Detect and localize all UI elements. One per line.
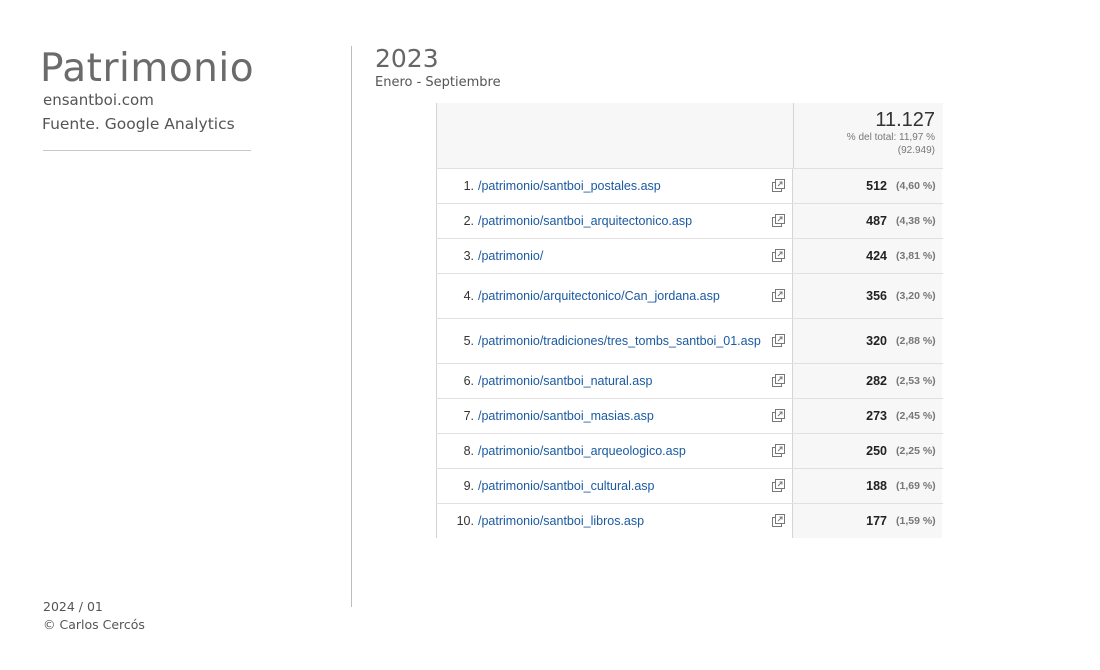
- row-value: 487: [866, 214, 887, 228]
- title-underline: [43, 150, 251, 151]
- row-page-link[interactable]: /patrimonio/: [477, 249, 774, 264]
- row-percentage: (1,69 %): [896, 480, 936, 492]
- site-name: ensantboi.com: [43, 91, 154, 109]
- row-metric-cell: 320 (2,88 %): [793, 319, 942, 363]
- row-rank: 8.: [463, 444, 474, 458]
- row-page-link[interactable]: /patrimonio/tradiciones/tres_tombs_santb…: [477, 334, 774, 349]
- row-metric-cell: 188 (1,69 %): [793, 469, 942, 503]
- total-percentage: % del total: 11,97 %: [846, 132, 935, 143]
- table-row: 1./patrimonio/santboi_postales.asp 512 (4,…: [436, 169, 943, 204]
- data-source: Fuente. Google Analytics: [42, 115, 235, 133]
- row-value: 188: [866, 479, 887, 493]
- external-link-icon[interactable]: [772, 334, 785, 347]
- report-year: 2023: [375, 44, 439, 73]
- row-rank: 10.: [456, 514, 474, 528]
- report-table-header: 11.127 % del total: 11,97 % (92.949): [436, 103, 943, 169]
- row-rank: 3.: [463, 249, 474, 263]
- table-row: 4./patrimonio/arquitectonico/Can_jordana…: [436, 274, 943, 319]
- row-value: 320: [866, 334, 887, 348]
- row-rank: 9.: [463, 479, 474, 493]
- row-value: 282: [866, 374, 887, 388]
- row-dimension-cell: 9./patrimonio/santboi_cultural.asp: [436, 469, 793, 503]
- external-link-icon[interactable]: [772, 374, 785, 387]
- row-metric-cell: 177 (1,59 %): [793, 504, 942, 538]
- row-dimension-cell: 3./patrimonio/: [436, 239, 793, 273]
- row-value: 250: [866, 444, 887, 458]
- row-metric-cell: 424 (3,81 %): [793, 239, 942, 273]
- external-link-icon[interactable]: [772, 249, 785, 262]
- table-row: 5./patrimonio/tradiciones/tres_tombs_san…: [436, 319, 943, 364]
- row-metric-cell: 512 (4,60 %): [793, 169, 942, 203]
- row-percentage: (4,60 %): [896, 180, 936, 192]
- row-dimension-cell: 8./patrimonio/santboi_arqueologico.asp: [436, 434, 793, 468]
- vertical-divider: [351, 46, 352, 607]
- table-row: 6./patrimonio/santboi_natural.asp 282 (2,5…: [436, 364, 943, 399]
- row-value: 424: [866, 249, 887, 263]
- row-percentage: (2,88 %): [896, 335, 936, 347]
- row-rank: 2.: [463, 214, 474, 228]
- external-link-icon[interactable]: [772, 444, 785, 457]
- row-dimension-cell: 2./patrimonio/santboi_arquitectonico.asp: [436, 204, 793, 238]
- row-page-link[interactable]: /patrimonio/arquitectonico/Can_jordana.a…: [477, 289, 774, 304]
- table-row: 7./patrimonio/santboi_masias.asp 273 (2,45…: [436, 399, 943, 434]
- row-page-link[interactable]: /patrimonio/santboi_postales.asp: [477, 179, 774, 194]
- row-percentage: (4,38 %): [896, 215, 936, 227]
- report-period: Enero - Septiembre: [375, 75, 501, 90]
- report-table: 11.127 % del total: 11,97 % (92.949) 1. /…: [436, 103, 943, 538]
- row-value: 356: [866, 289, 887, 303]
- row-value: 512: [866, 179, 887, 193]
- row-page-link[interactable]: /patrimonio/santboi_cultural.asp: [477, 479, 774, 494]
- row-rank: 7.: [463, 409, 474, 423]
- row-dimension-cell: 10./patrimonio/santboi_libros.asp: [436, 504, 793, 538]
- row-dimension-cell: 1./patrimonio/santboi_postales.asp: [436, 169, 793, 203]
- external-link-icon[interactable]: [772, 514, 785, 527]
- table-row: 2./patrimonio/santboi_arquitectonico.asp…: [436, 204, 943, 239]
- row-page-link[interactable]: /patrimonio/santboi_arqueologico.asp: [477, 444, 774, 459]
- row-metric-cell: 250 (2,25 %): [793, 434, 942, 468]
- external-link-icon[interactable]: [772, 289, 785, 302]
- row-percentage: (2,53 %): [896, 375, 936, 387]
- row-rank: 5.: [463, 334, 474, 348]
- row-metric-cell: 356 (3,20 %): [793, 274, 942, 318]
- row-dimension-cell: 4./patrimonio/arquitectonico/Can_jordana…: [436, 274, 793, 318]
- row-percentage: (2,25 %): [896, 445, 936, 457]
- external-link-icon[interactable]: [772, 409, 785, 422]
- row-page-link[interactable]: /patrimonio/santboi_natural.asp: [477, 374, 774, 389]
- total-value: 11.127: [875, 109, 935, 131]
- row-dimension-cell: 5./patrimonio/tradiciones/tres_tombs_san…: [436, 319, 793, 363]
- footer-date: 2024 / 01: [43, 599, 103, 614]
- row-value: 177: [866, 514, 887, 528]
- row-percentage: (3,20 %): [896, 290, 936, 302]
- external-link-icon[interactable]: [772, 214, 785, 227]
- row-percentage: (1,59 %): [896, 515, 936, 527]
- row-page-link[interactable]: /patrimonio/santboi_libros.asp: [477, 514, 774, 529]
- row-metric-cell: 282 (2,53 %): [793, 364, 942, 398]
- row-metric-cell: 487 (4,38 %): [793, 204, 942, 238]
- row-value: 273: [866, 409, 887, 423]
- row-dimension-cell: 7./patrimonio/santboi_masias.asp: [436, 399, 793, 433]
- row-percentage: (2,45 %): [896, 410, 936, 422]
- header-metric-cell: 11.127 % del total: 11,97 % (92.949): [794, 103, 943, 168]
- page-title: Patrimonio: [40, 46, 255, 91]
- row-rank: 4.: [463, 289, 474, 303]
- row-dimension-cell: 6./patrimonio/santboi_natural.asp: [436, 364, 793, 398]
- table-row: 10./patrimonio/santboi_libros.asp 177 (1,5…: [436, 504, 943, 538]
- external-link-icon[interactable]: [772, 179, 785, 192]
- row-percentage: (3,81 %): [896, 250, 936, 262]
- table-row: 3./patrimonio/424 (3,81 %): [436, 239, 943, 274]
- total-base: (92.949): [897, 145, 935, 156]
- external-link-icon[interactable]: [772, 479, 785, 492]
- report-table-body: 1./patrimonio/santboi_postales.asp 512 (4,…: [436, 169, 943, 538]
- header-dimension-cell: [436, 103, 795, 168]
- table-row: 9./patrimonio/santboi_cultural.asp 188 (1,…: [436, 469, 943, 504]
- footer-copyright: © Carlos Cercós: [43, 617, 145, 632]
- row-rank: 1.: [463, 179, 474, 193]
- row-page-link[interactable]: /patrimonio/santboi_arquitectonico.asp: [477, 214, 774, 229]
- table-row: 8./patrimonio/santboi_arqueologico.asp 25…: [436, 434, 943, 469]
- row-rank: 6.: [463, 374, 474, 388]
- row-metric-cell: 273 (2,45 %): [793, 399, 942, 433]
- row-page-link[interactable]: /patrimonio/santboi_masias.asp: [477, 409, 774, 424]
